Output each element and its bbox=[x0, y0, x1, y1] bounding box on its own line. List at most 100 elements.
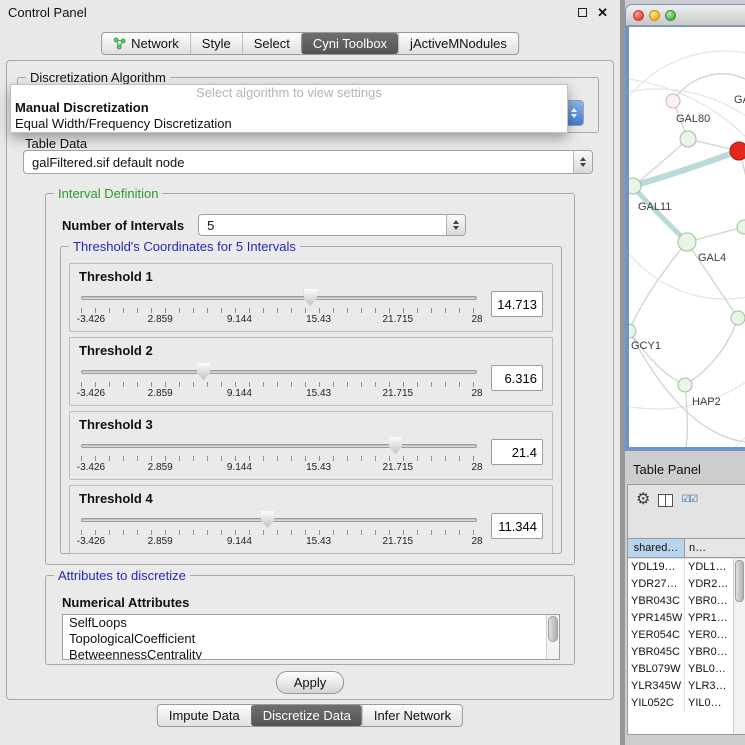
threshold-3-value-field[interactable] bbox=[491, 439, 543, 465]
cell-name[interactable]: YIL0… bbox=[685, 695, 733, 712]
scale-label: 2.859 bbox=[148, 462, 173, 473]
table-columns-icon[interactable] bbox=[658, 494, 673, 507]
table-row[interactable]: YIL052CYIL0… bbox=[628, 695, 733, 712]
network-node[interactable] bbox=[666, 94, 680, 108]
top-tabstrip: Network Style Select Cyni Toolbox jActiv… bbox=[101, 32, 519, 55]
threshold-4-value-field[interactable] bbox=[491, 513, 543, 539]
network-node[interactable] bbox=[629, 178, 641, 194]
tab-infer-network[interactable]: Infer Network bbox=[362, 705, 462, 726]
tab-network[interactable]: Network bbox=[102, 33, 190, 54]
scale-label: 21.715 bbox=[383, 536, 414, 547]
cell-name[interactable]: YPR1… bbox=[685, 610, 733, 627]
table-scrollbar[interactable] bbox=[733, 559, 745, 734]
tab-select[interactable]: Select bbox=[242, 33, 301, 54]
cell-shared-name[interactable]: YLR345W bbox=[628, 678, 685, 695]
network-node[interactable] bbox=[680, 131, 696, 147]
cell-shared-name[interactable]: YPR145W bbox=[628, 610, 685, 627]
threshold-1-value-field[interactable] bbox=[491, 291, 543, 317]
slider-track[interactable] bbox=[81, 444, 477, 448]
mac-minimize-button[interactable] bbox=[649, 10, 660, 21]
table-toolbar: ⚙ ☑☑ bbox=[628, 485, 745, 515]
network-node[interactable] bbox=[737, 220, 745, 234]
cell-name[interactable]: YER0… bbox=[685, 627, 733, 644]
cell-shared-name[interactable]: YDR27… bbox=[628, 576, 685, 593]
table-row[interactable]: YBR045CYBR0… bbox=[628, 644, 733, 661]
threshold-3-panel: Threshold 3 -3.4262.8599.14415.4321.7152… bbox=[69, 411, 553, 480]
threshold-2-value-field[interactable] bbox=[491, 365, 543, 391]
threshold-2-slider[interactable]: -3.4262.8599.14415.4321.71528 bbox=[79, 361, 479, 403]
table-row[interactable]: YER054CYER0… bbox=[628, 627, 733, 644]
threshold-4-slider[interactable]: -3.4262.8599.14415.4321.71528 bbox=[79, 509, 479, 551]
slider-track[interactable] bbox=[81, 370, 477, 374]
dropdown-item-equal-width[interactable]: Equal Width/Frequency Discretization bbox=[11, 116, 567, 132]
table-row[interactable]: YPR145WYPR1… bbox=[628, 610, 733, 627]
close-icon[interactable]: ✕ bbox=[597, 6, 608, 19]
tab-style[interactable]: Style bbox=[190, 33, 242, 54]
cell-name[interactable]: YDL1… bbox=[685, 559, 733, 576]
cell-name[interactable]: YBR0… bbox=[685, 593, 733, 610]
cell-shared-name[interactable]: YDL19… bbox=[628, 559, 685, 576]
slider-track[interactable] bbox=[81, 296, 477, 300]
list-scrollbar[interactable] bbox=[546, 615, 559, 659]
bottom-tabstrip: Impute Data Discretize Data Infer Networ… bbox=[157, 704, 463, 727]
cell-shared-name[interactable]: YIL052C bbox=[628, 695, 685, 712]
apply-button[interactable]: Apply bbox=[276, 671, 344, 694]
tab-discretize-data[interactable]: Discretize Data bbox=[251, 705, 362, 726]
scale-label: 15.43 bbox=[306, 536, 331, 547]
tab-label: Cyni Toolbox bbox=[313, 36, 387, 51]
cell-name[interactable]: YLR3… bbox=[685, 678, 733, 695]
threshold-1-slider[interactable]: -3.4262.8599.14415.4321.71528 bbox=[79, 287, 479, 329]
combobox-stepper-icon[interactable] bbox=[573, 151, 592, 173]
cell-shared-name[interactable]: YBL079W bbox=[628, 661, 685, 678]
attribute-item[interactable]: SelfLoops bbox=[69, 615, 559, 631]
scale-label: 21.715 bbox=[383, 462, 414, 473]
cell-name[interactable]: YBL0… bbox=[685, 661, 733, 678]
cell-name[interactable]: YBR0… bbox=[685, 644, 733, 661]
tab-impute-data[interactable]: Impute Data bbox=[158, 705, 251, 726]
threshold-2-slider-thumb[interactable] bbox=[197, 363, 210, 380]
dropdown-item-manual-discretization[interactable]: Manual Discretization bbox=[11, 100, 567, 116]
table-row[interactable]: YBL079WYBL0… bbox=[628, 661, 733, 678]
scrollbar-thumb[interactable] bbox=[735, 560, 744, 602]
table-row[interactable]: YDL19…YDL1… bbox=[628, 559, 733, 576]
threshold-3-slider-thumb[interactable] bbox=[389, 437, 402, 454]
combobox-stepper-icon[interactable] bbox=[446, 215, 465, 235]
number-of-intervals-combobox[interactable]: 5 bbox=[198, 214, 466, 236]
network-node[interactable] bbox=[629, 324, 636, 338]
slider-ticks bbox=[81, 456, 477, 461]
attribute-item[interactable]: TopologicalCoefficient bbox=[69, 631, 559, 647]
cell-shared-name[interactable]: YER054C bbox=[628, 627, 685, 644]
threshold-3-slider[interactable]: -3.4262.8599.14415.4321.71528 bbox=[79, 435, 479, 477]
network-view-window: GAL80GALGAL11GAL4GCY1HAP2 bbox=[625, 4, 745, 451]
mac-close-button[interactable] bbox=[633, 10, 644, 21]
slider-track[interactable] bbox=[81, 518, 477, 522]
tab-jactivemnodules[interactable]: jActiveMNodules bbox=[398, 33, 518, 54]
checkbox-grid-icon[interactable]: ☑☑ bbox=[681, 495, 697, 505]
mac-zoom-button[interactable] bbox=[665, 10, 676, 21]
network-node[interactable] bbox=[678, 378, 692, 392]
table-row[interactable]: YLR345WYLR3… bbox=[628, 678, 733, 695]
attribute-item[interactable]: BetweennessCentrality bbox=[69, 647, 559, 660]
table-data-combobox[interactable]: galFiltered.sif default node bbox=[23, 150, 593, 174]
threshold-1-slider-thumb[interactable] bbox=[304, 289, 317, 306]
selected-node[interactable] bbox=[730, 142, 745, 160]
float-window-icon[interactable] bbox=[578, 8, 587, 17]
numerical-attributes-label: Numerical Attributes bbox=[62, 595, 189, 610]
tab-cyni-toolbox[interactable]: Cyni Toolbox bbox=[301, 33, 398, 54]
network-node[interactable] bbox=[731, 311, 745, 325]
column-header-name[interactable]: n… bbox=[685, 539, 745, 557]
cell-shared-name[interactable]: YBR043C bbox=[628, 593, 685, 610]
cell-shared-name[interactable]: YBR045C bbox=[628, 644, 685, 661]
network-canvas[interactable]: GAL80GALGAL11GAL4GCY1HAP2 bbox=[629, 27, 745, 447]
scale-label: 9.144 bbox=[227, 314, 252, 325]
table-row[interactable]: YBR043CYBR0… bbox=[628, 593, 733, 610]
network-node[interactable] bbox=[678, 233, 696, 251]
scrollbar-thumb[interactable] bbox=[548, 616, 558, 642]
column-header-shared-name[interactable]: shared… bbox=[628, 539, 685, 557]
gear-icon[interactable]: ⚙ bbox=[636, 492, 650, 508]
thresholds-group: Threshold's Coordinates for 5 Intervals … bbox=[60, 246, 562, 554]
threshold-4-slider-thumb[interactable] bbox=[261, 511, 274, 528]
table-row[interactable]: YDR27…YDR2… bbox=[628, 576, 733, 593]
numerical-attributes-list[interactable]: SelfLoopsTopologicalCoefficientBetweenne… bbox=[62, 614, 560, 660]
cell-name[interactable]: YDR2… bbox=[685, 576, 733, 593]
